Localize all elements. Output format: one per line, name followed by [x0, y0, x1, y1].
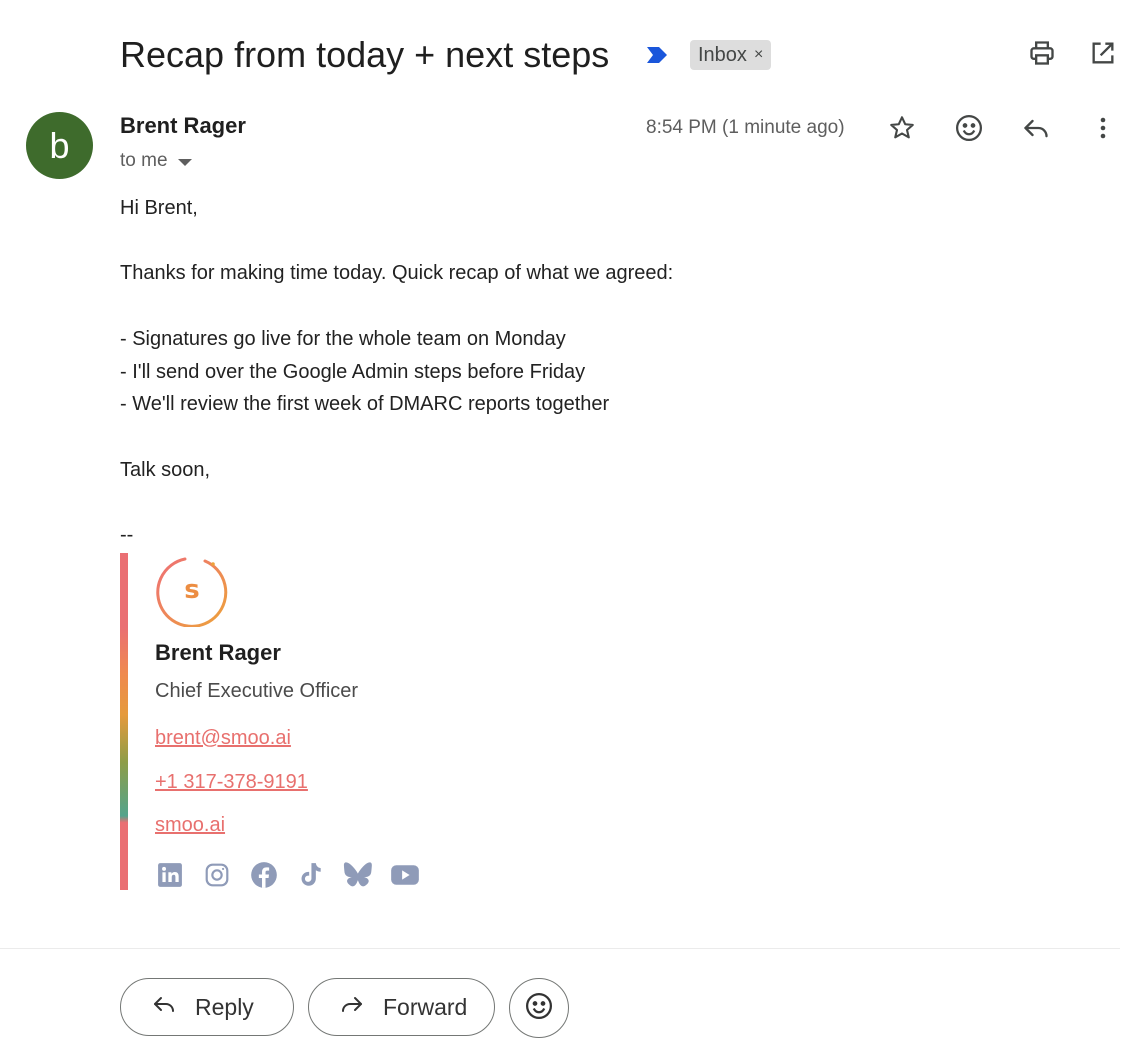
signature-separator: --: [120, 524, 134, 546]
email-list-item: - I'll send over the Google Admin steps …: [120, 361, 586, 383]
bluesky-icon[interactable]: [343, 860, 373, 890]
signature-accent-bar: [120, 553, 128, 890]
signature-title: Chief Executive Officer: [155, 680, 359, 702]
footer-divider: [0, 948, 1120, 949]
signature-website-link[interactable]: smoo.ai: [155, 814, 225, 837]
youtube-icon[interactable]: [390, 860, 420, 890]
open-in-new-window-icon[interactable]: [1088, 38, 1118, 68]
email-closing: Talk soon,: [120, 459, 211, 481]
recipient-label: to me: [120, 150, 168, 171]
email-subject: Recap from today + next steps: [120, 34, 610, 75]
chevron-down-icon: [177, 158, 192, 166]
forward-label: Forward: [383, 993, 468, 1020]
sender-avatar[interactable]: b: [26, 112, 93, 179]
remove-label-icon[interactable]: ×: [754, 47, 763, 63]
logo-letter: s: [184, 575, 199, 605]
reply-icon[interactable]: [1019, 111, 1053, 145]
email-list-item: - Signatures go live for the whole team …: [120, 328, 566, 350]
company-logo: s: [155, 553, 229, 628]
label-text: Inbox: [698, 43, 747, 66]
signature-name: Brent Rager: [155, 640, 281, 665]
importance-marker-icon[interactable]: [645, 45, 669, 65]
email-intro: Thanks for making time today. Quick reca…: [120, 262, 674, 284]
more-options-icon[interactable]: [1086, 111, 1120, 145]
forward-icon: [339, 992, 365, 1022]
email-list-item: - We'll review the first week of DMARC r…: [120, 393, 610, 415]
reply-button[interactable]: Reply: [120, 978, 294, 1036]
reply-icon: [151, 992, 177, 1022]
emoji-icon: [524, 991, 554, 1026]
add-reaction-emoji-icon[interactable]: [952, 111, 986, 145]
reply-label: Reply: [195, 993, 254, 1020]
recipient-details-toggle[interactable]: to me: [120, 150, 192, 172]
instagram-icon[interactable]: [202, 860, 232, 890]
print-icon[interactable]: [1027, 38, 1057, 68]
inbox-label-chip: Inbox ×: [690, 40, 772, 70]
sender-name[interactable]: Brent Rager: [120, 113, 246, 139]
email-timestamp: 8:54 PM (1 minute ago): [646, 117, 845, 138]
email-greeting: Hi Brent,: [120, 197, 198, 219]
signature-email-link[interactable]: brent@smoo.ai: [155, 727, 291, 750]
facebook-icon[interactable]: [249, 860, 279, 890]
tiktok-icon[interactable]: [296, 860, 326, 890]
star-icon[interactable]: [885, 111, 919, 145]
emoji-reaction-button[interactable]: [509, 978, 569, 1038]
signature-phone-link[interactable]: +1 317-378-9191: [155, 771, 308, 794]
forward-button[interactable]: Forward: [308, 978, 495, 1036]
linkedin-icon[interactable]: [155, 860, 185, 890]
